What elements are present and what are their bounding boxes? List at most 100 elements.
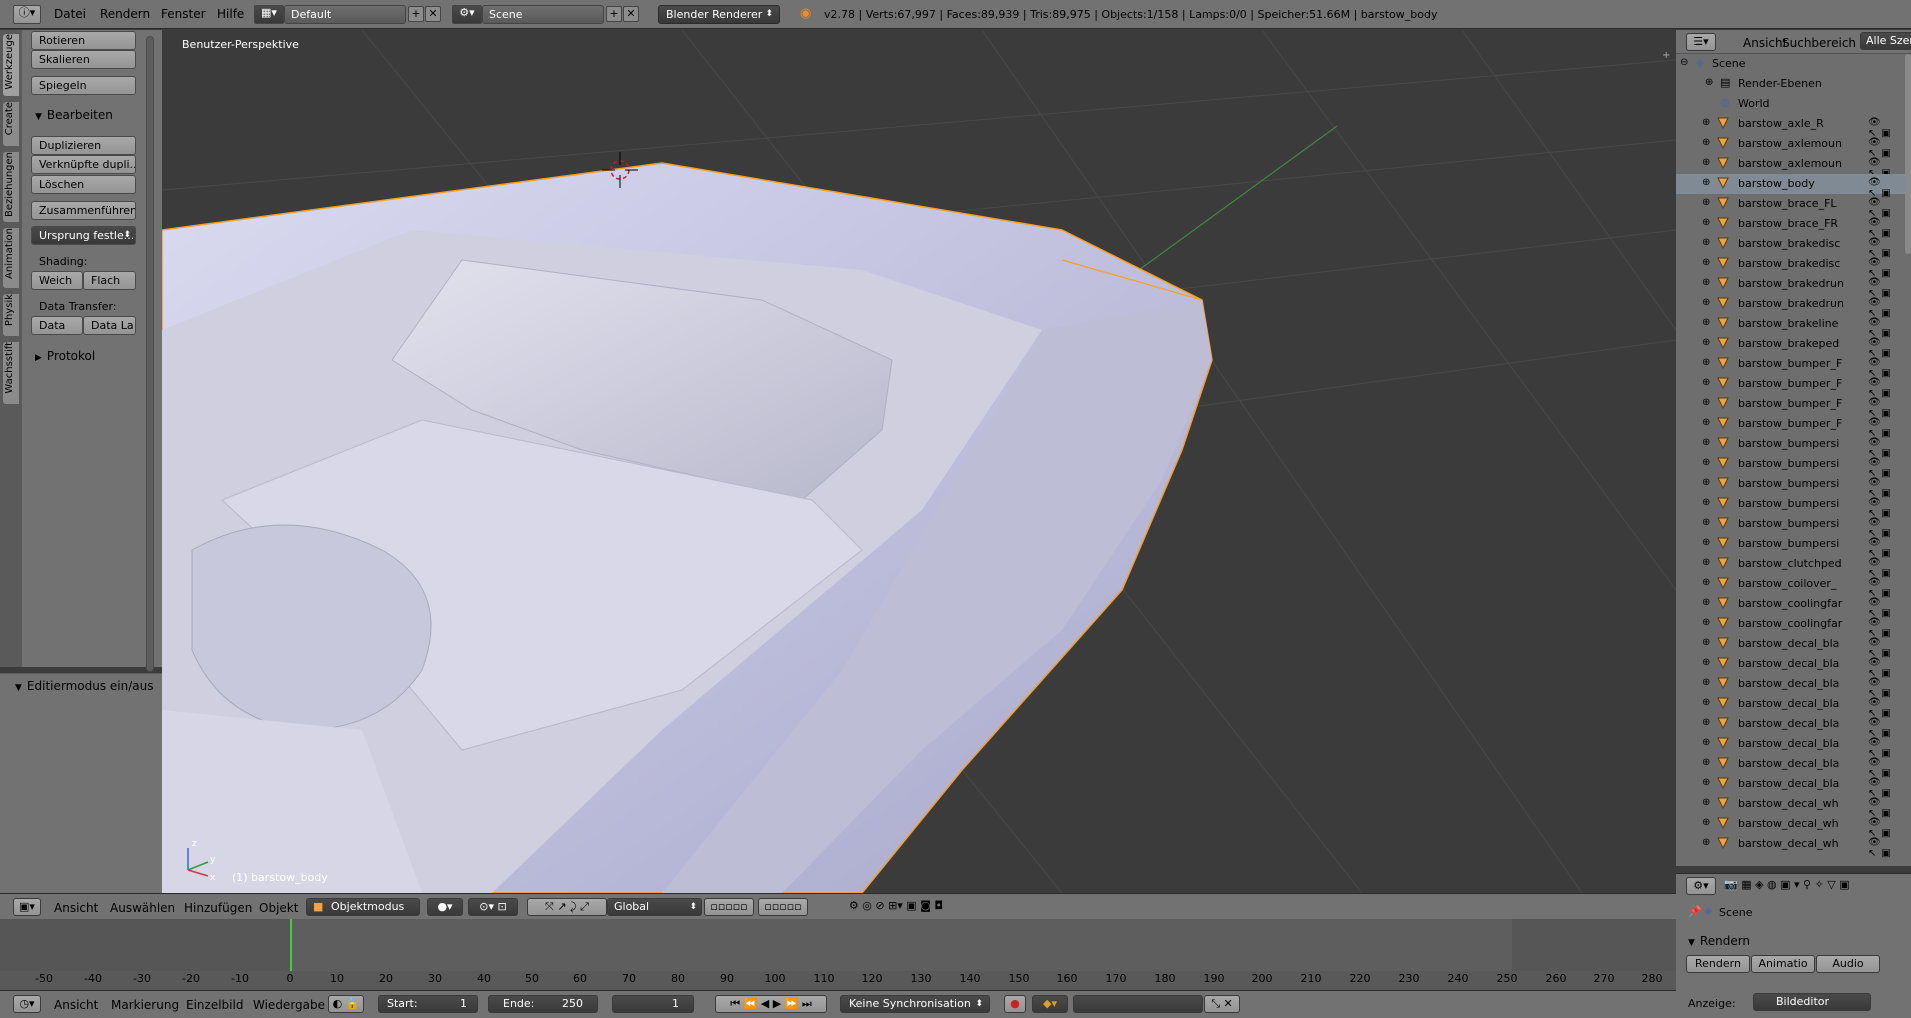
expand-icon[interactable]: ⊕ bbox=[1702, 777, 1710, 788]
sync-mode-dropdown[interactable]: Keine Synchronisation ⬍ bbox=[840, 995, 990, 1013]
outliner-row-object[interactable]: ⊕ barstow_decal_bla 👁↖▣ bbox=[1676, 634, 1911, 659]
shade-flat-button[interactable]: Flach bbox=[83, 271, 136, 290]
outliner-row-object[interactable]: ⊕barstow_axlemoun👁↖▣ bbox=[1676, 134, 1911, 159]
duplicate-linked-button[interactable]: Verknüpfte dupli... bbox=[31, 155, 136, 174]
expand-icon[interactable]: ⊕ bbox=[1702, 497, 1710, 508]
outliner-row-object[interactable]: ⊕ barstow_brace_FL 👁↖▣ bbox=[1676, 194, 1911, 219]
property-context-icons[interactable]: 📷 ▦ ◈ ◍ ▣ ▾ ⚲ ✧ ▽ ▣ bbox=[1724, 877, 1908, 895]
expand-icon[interactable]: ⊕ bbox=[1702, 737, 1710, 748]
mirror-button[interactable]: Spiegeln bbox=[31, 76, 136, 95]
expand-icon[interactable]: ⊕ bbox=[1702, 277, 1710, 288]
manipulator-buttons[interactable]: ⤧ ↗ ⤸ ⤢ bbox=[527, 898, 607, 916]
tab-physics[interactable]: Physik bbox=[3, 294, 19, 336]
outliner-row-object[interactable]: ⊕ barstow_decal_bla 👁↖▣ bbox=[1676, 714, 1911, 739]
expand-icon[interactable]: ⊕ bbox=[1702, 357, 1710, 368]
expand-icon[interactable]: ⊕ bbox=[1702, 117, 1710, 128]
preview-range-buttons[interactable]: ◐ 🔒 bbox=[328, 995, 364, 1013]
outliner-row-object[interactable]: ⊕ barstow_body 👁↖▣ bbox=[1676, 174, 1911, 199]
menu-playback[interactable]: Wiedergabe bbox=[253, 998, 325, 1012]
outliner[interactable]: ⊖ ◈ Scene ⊕ ▤ Render-Ebenen ◍ World ⊕ bar… bbox=[1676, 54, 1911, 866]
current-frame-field[interactable]: 1 bbox=[612, 995, 694, 1013]
outliner-row-object[interactable]: ⊕ barstow_bumpersi 👁↖▣ bbox=[1676, 454, 1911, 479]
pivot-point-button[interactable]: ⊙▾ ⊡ bbox=[468, 898, 518, 916]
menu-view[interactable]: Ansicht bbox=[54, 901, 98, 915]
expand-icon[interactable]: ⊕ bbox=[1702, 757, 1710, 768]
outliner-row-object[interactable]: ⊕ barstow_coolingfar 👁↖▣ bbox=[1676, 594, 1911, 619]
expand-icon[interactable]: ⊕ bbox=[1702, 537, 1710, 548]
tab-grease-pencil[interactable]: Wachsstift bbox=[3, 342, 19, 404]
outliner-row-object[interactable]: ⊕ barstow_brakedisc 👁↖▣ bbox=[1676, 254, 1911, 279]
expand-icon[interactable]: ⊕ bbox=[1702, 797, 1710, 808]
edit-panel-header[interactable]: ▼ Bearbeiten bbox=[35, 108, 113, 122]
playback-controls[interactable]: ⏮ ⏪ ◀ ▶ ⏩ ⏭ bbox=[715, 995, 827, 1013]
scale-button[interactable]: Skalieren bbox=[31, 50, 136, 69]
expand-icon[interactable]: ⊕ bbox=[1702, 617, 1710, 628]
expand-icon[interactable]: ⊕ bbox=[1702, 377, 1710, 388]
outliner-row-object[interactable]: ⊕ barstow_bumpersi 👁↖▣ bbox=[1676, 514, 1911, 539]
render-animation-button[interactable]: Animatio bbox=[1751, 955, 1815, 973]
remove-layout-button[interactable]: ✕ bbox=[425, 6, 441, 22]
outliner-row-object[interactable]: ⊕ barstow_bumper_F 👁↖▣ bbox=[1676, 414, 1911, 439]
audio-button[interactable]: Audio bbox=[1816, 955, 1880, 973]
expand-icon[interactable]: ⊕ bbox=[1702, 817, 1710, 828]
menu-view[interactable]: Ansicht bbox=[1743, 36, 1787, 50]
start-frame-field[interactable]: Start: 1 bbox=[378, 995, 478, 1013]
pin-icon[interactable]: 📌 bbox=[1688, 905, 1702, 918]
expand-icon[interactable]: ⊕ bbox=[1702, 477, 1710, 488]
3d-viewport[interactable]: z y x Benutzer-Perspektive (1) barstow_b… bbox=[162, 30, 1676, 893]
outliner-row-object[interactable]: ⊕ barstow_decal_bla 👁↖▣ bbox=[1676, 734, 1911, 759]
editor-type-icon[interactable]: ☰▾ bbox=[1686, 33, 1716, 51]
viewport-shading-button[interactable]: ●▾ bbox=[427, 898, 463, 916]
expand-icon[interactable]: ⊕ bbox=[1702, 297, 1710, 308]
outliner-row-object[interactable]: ⊕ barstow_bumpersi 👁↖▣ bbox=[1676, 434, 1911, 459]
render-panel-header[interactable]: ▼ Rendern bbox=[1688, 934, 1750, 948]
expand-icon[interactable]: ⊕ bbox=[1702, 237, 1710, 248]
add-scene-button[interactable]: + bbox=[606, 6, 622, 22]
interaction-mode-dropdown[interactable]: ■ Objektmodus bbox=[306, 898, 420, 916]
visibility-icons[interactable]: 👁↖▣ bbox=[1868, 837, 1911, 859]
tab-tools[interactable]: Werkzeuge bbox=[3, 34, 19, 96]
outliner-row-object[interactable]: ⊕ barstow_clutchped 👁↖▣ bbox=[1676, 554, 1911, 579]
render-engine-dropdown[interactable]: Blender Renderer ⬍ bbox=[658, 5, 780, 24]
expand-icon[interactable]: ⊕ bbox=[1702, 217, 1710, 228]
menu-marker[interactable]: Markierung bbox=[111, 998, 179, 1012]
menu-view[interactable]: Ansicht bbox=[54, 998, 98, 1012]
outliner-row-object[interactable]: ⊕ barstow_brace_FR 👁↖▣ bbox=[1676, 214, 1911, 239]
region-toggle-icon[interactable]: + bbox=[1662, 50, 1670, 61]
menu-object[interactable]: Objekt bbox=[259, 901, 298, 915]
outliner-row-object[interactable]: ⊕ barstow_decal_wh 👁↖▣ bbox=[1676, 834, 1911, 859]
display-mode-dropdown[interactable]: Alle Szen bbox=[1860, 32, 1911, 50]
tab-animation[interactable]: Animation bbox=[3, 228, 19, 288]
outliner-row-object[interactable]: ⊕ barstow_coilover_ 👁↖▣ bbox=[1676, 574, 1911, 599]
scene-field[interactable]: Scene bbox=[482, 5, 604, 24]
tab-relations[interactable]: Beziehungen bbox=[3, 152, 19, 222]
expand-icon[interactable]: ⊕ bbox=[1702, 517, 1710, 528]
expand-icon[interactable]: ⊕ bbox=[1702, 837, 1710, 848]
menu-render[interactable]: Rendern bbox=[100, 7, 150, 21]
expand-icon[interactable]: ⊕ bbox=[1702, 337, 1710, 348]
expand-icon[interactable]: ⊕ bbox=[1702, 557, 1710, 568]
delete-button[interactable]: Löschen bbox=[31, 175, 136, 194]
collapse-icon[interactable]: ⊖ bbox=[1680, 57, 1688, 68]
menu-search[interactable]: Suchbereich bbox=[1782, 36, 1856, 50]
menu-help[interactable]: Hilfe bbox=[217, 7, 244, 21]
expand-icon[interactable]: ⊕ bbox=[1702, 577, 1710, 588]
outliner-row-object[interactable]: ⊕ barstow_axle_R 👁↖▣ bbox=[1676, 114, 1911, 139]
remove-scene-button[interactable]: ✕ bbox=[623, 6, 639, 22]
expand-icon[interactable]: ⊕ bbox=[1702, 437, 1710, 448]
snap-and-render-icons[interactable]: ⚙ ◎ ⊘ ⊞▾ ▣ ◙ ◘ bbox=[816, 898, 976, 916]
outliner-row-render-layers[interactable]: ⊕ ▤ Render-Ebenen bbox=[1676, 74, 1911, 94]
expand-icon[interactable]: ⊕ bbox=[1702, 597, 1710, 608]
menu-add[interactable]: Hinzufügen bbox=[184, 901, 252, 915]
outliner-row-object[interactable]: ⊕ barstow_bumper_F 👁↖▣ bbox=[1676, 354, 1911, 379]
shade-smooth-button[interactable]: Weich bbox=[31, 271, 83, 290]
data-transfer-button[interactable]: Data bbox=[31, 316, 83, 335]
join-button[interactable]: Zusammenführen bbox=[31, 201, 136, 220]
layer-buttons-1[interactable]: ▫▫▫▫▫ bbox=[704, 898, 754, 916]
tool-shelf-scrollbar[interactable] bbox=[146, 36, 154, 672]
expand-icon[interactable]: ⊕ bbox=[1702, 157, 1710, 168]
expand-icon[interactable]: ⊕ bbox=[1702, 717, 1710, 728]
duplicate-button[interactable]: Duplizieren bbox=[31, 136, 136, 155]
expand-icon[interactable]: ⊕ bbox=[1702, 197, 1710, 208]
outliner-row-object[interactable]: ⊕ barstow_brakedisc 👁↖▣ bbox=[1676, 234, 1911, 259]
